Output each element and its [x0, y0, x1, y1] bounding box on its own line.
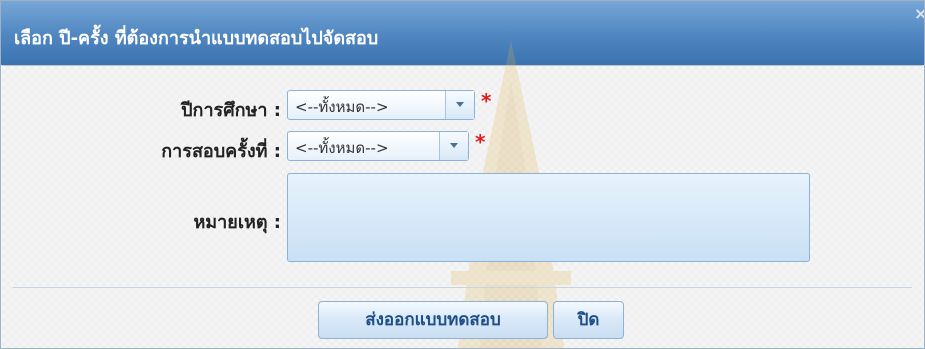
required-marker: * [481, 89, 492, 113]
remark-label: หมายเหตุ : [193, 212, 281, 233]
academic-year-label: ปีการศึกษา : [181, 100, 281, 121]
close-icon[interactable]: × [914, 3, 924, 25]
chevron-down-icon[interactable] [439, 132, 468, 160]
export-test-button[interactable]: ส่งออกแบบทดสอบ [318, 301, 548, 339]
required-marker: * [475, 130, 486, 154]
divider [13, 287, 912, 288]
exam-round-label: การสอบครั้งที่ : [161, 141, 281, 162]
academic-year-value: <--ทั้งหมด--> [295, 98, 389, 116]
exam-round-select[interactable]: <--ทั้งหมด--> [287, 131, 469, 161]
dialog-title: เลือก ปี-ครั้ง ที่ต้องการนำแบบทดสอบไปจัด… [14, 28, 379, 49]
chevron-down-icon[interactable] [445, 91, 474, 119]
dialog-titlebar: เลือก ปี-ครั้ง ที่ต้องการนำแบบทดสอบไปจัด… [1, 1, 924, 65]
exam-round-value: <--ทั้งหมด--> [295, 139, 389, 157]
close-button[interactable]: ปิด [553, 301, 624, 339]
remark-textarea[interactable] [287, 173, 810, 262]
export-dialog: เลือก ปี-ครั้ง ที่ต้องการนำแบบทดสอบไปจัด… [0, 0, 925, 349]
academic-year-select[interactable]: <--ทั้งหมด--> [287, 90, 475, 120]
